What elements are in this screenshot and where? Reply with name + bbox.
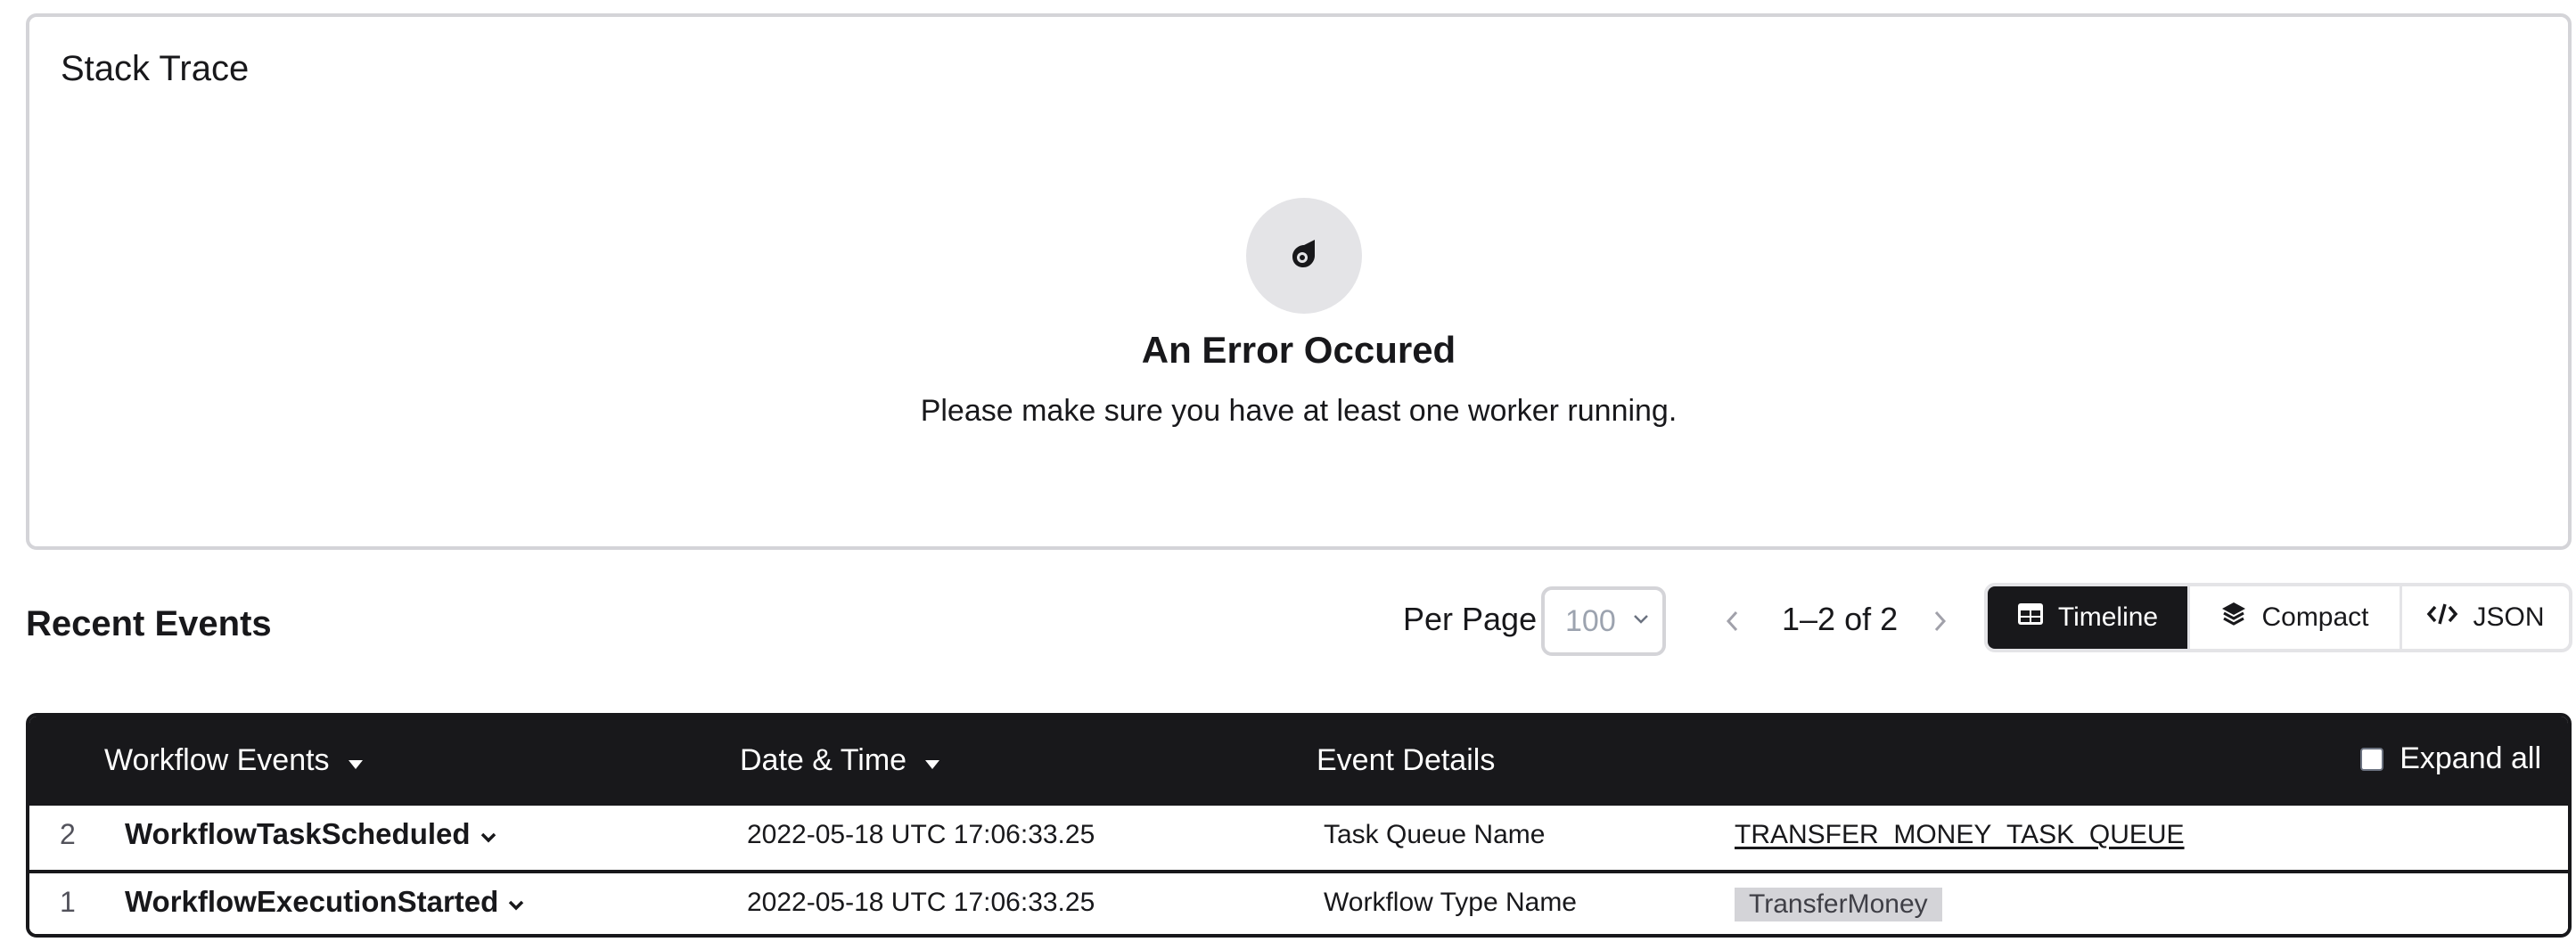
timeline-view-button[interactable]: Timeline xyxy=(1988,586,2187,649)
caret-down-icon xyxy=(924,743,940,778)
page-range: 1–2 of 2 xyxy=(1782,601,1899,637)
events-table: Workflow Events Date & Time Event Detail… xyxy=(26,713,2572,938)
chevron-down-icon xyxy=(480,817,497,851)
task-queue-link[interactable]: TRANSFER_MONEY_TASK_QUEUE xyxy=(1735,820,2185,850)
workflow-type-value: TransferMoney xyxy=(1735,888,1942,921)
json-label: JSON xyxy=(2473,602,2545,632)
error-title: An Error Occured xyxy=(1141,329,1456,371)
event-id: 2 xyxy=(60,818,76,850)
table-row[interactable]: 1 WorkflowExecutionStarted 2022-05-18 UT… xyxy=(29,873,2568,934)
previous-page-button[interactable] xyxy=(1721,606,1744,636)
error-message: Please make sure you have at least one w… xyxy=(920,394,1678,428)
chevron-down-icon xyxy=(1632,613,1650,630)
event-date: 2022-05-18 UTC 17:06:33.25 xyxy=(747,888,1095,917)
caret-down-icon xyxy=(348,743,364,778)
detail-label: Task Queue Name xyxy=(1324,820,1546,849)
event-date: 2022-05-18 UTC 17:06:33.25 xyxy=(747,820,1095,849)
event-id: 1 xyxy=(60,886,76,918)
timeline-label: Timeline xyxy=(2057,602,2159,632)
expand-all-label: Expand all xyxy=(2400,741,2541,775)
event-details-column-header: Event Details xyxy=(1317,743,1496,777)
recent-events-title: Recent Events xyxy=(26,604,272,643)
detail-label: Workflow Type Name xyxy=(1324,888,1577,917)
per-page-value: 100 xyxy=(1565,604,1616,638)
stack-trace-card: Stack Trace An Error Occured Please make… xyxy=(26,13,2572,550)
comet-icon xyxy=(1246,198,1362,314)
view-toggle-group: Timeline Compact JSON xyxy=(1984,583,2572,652)
table-icon xyxy=(2017,602,2044,633)
event-name[interactable]: WorkflowExecutionStarted xyxy=(125,885,525,919)
table-header: Workflow Events Date & Time Event Detail… xyxy=(29,717,2568,806)
layers-icon xyxy=(2220,601,2247,635)
next-page-button[interactable] xyxy=(1928,606,1951,636)
event-name[interactable]: WorkflowTaskScheduled xyxy=(125,817,497,851)
workflow-events-column-header[interactable]: Workflow Events xyxy=(104,743,364,778)
per-page-label: Per Page xyxy=(1403,601,1538,637)
expand-all-toggle[interactable]: Expand all xyxy=(2360,741,2541,776)
json-view-button[interactable]: JSON xyxy=(2400,586,2569,649)
table-row[interactable]: 2 WorkflowTaskScheduled 2022-05-18 UTC 1… xyxy=(29,806,2568,873)
code-icon xyxy=(2426,602,2458,634)
compact-label: Compact xyxy=(2261,602,2369,632)
chevron-down-icon xyxy=(507,885,525,919)
per-page-select[interactable]: 100 xyxy=(1541,586,1666,656)
expand-all-checkbox[interactable] xyxy=(2360,747,2384,771)
stack-trace-title: Stack Trace xyxy=(61,49,250,88)
compact-view-button[interactable]: Compact xyxy=(2187,586,2400,649)
date-time-column-header[interactable]: Date & Time xyxy=(740,743,940,778)
